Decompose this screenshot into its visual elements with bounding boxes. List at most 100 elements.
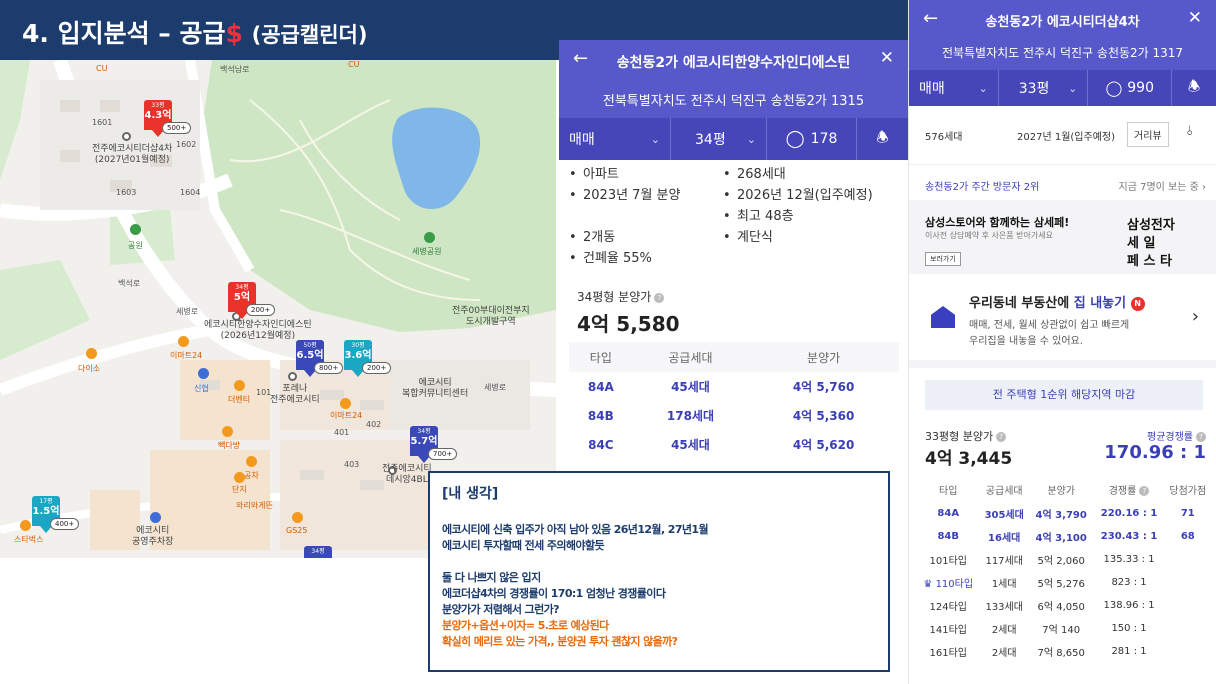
park-icon bbox=[424, 232, 435, 243]
price-marker[interactable]: 33평 4.3억 500+ bbox=[144, 100, 192, 137]
notes-title: [내 생각] bbox=[442, 486, 499, 502]
chevron-right-icon: › bbox=[1202, 182, 1206, 193]
price-marker[interactable]: 34평 5억 200+ bbox=[228, 282, 276, 319]
notification-button[interactable]: 🕭 bbox=[1172, 70, 1216, 106]
map-label-ecocity-4: 전주에코시티더샵4차 (2027년01월예정) bbox=[92, 144, 173, 166]
map-label-sebyeong-park: 세병공원 bbox=[412, 247, 442, 256]
notes-line: 분양가+옵션+이자= 5.초로 예상된다 bbox=[442, 619, 609, 632]
table-row[interactable]: 124타입 133세대 6억 4,050 138.96 : 1 bbox=[917, 594, 1211, 617]
help-icon[interactable]: ? bbox=[1139, 485, 1150, 496]
price-marker[interactable]: 34평 bbox=[304, 546, 332, 558]
cafe-icon bbox=[246, 456, 257, 467]
map-label-redevelop: 전주00부대이전부지 도시개발구역 bbox=[452, 306, 530, 328]
map-label-shinhyeop: 신협 bbox=[194, 384, 209, 393]
cafe-icon bbox=[234, 380, 245, 391]
trade-type-select[interactable]: 매매 ⌄ bbox=[909, 70, 999, 106]
viewers-count: 지금 7명이 보는 중 › bbox=[1118, 182, 1207, 193]
map-label-gongcha: 공차 bbox=[244, 471, 259, 480]
help-icon[interactable]: ? bbox=[996, 432, 1007, 442]
table-row[interactable]: 84A 45세대 4억 5,760 bbox=[569, 372, 899, 401]
close-icon[interactable]: ✕ bbox=[880, 48, 894, 68]
cafe-icon bbox=[234, 472, 245, 483]
visit-rank[interactable]: 송천동2가 주간 방문자 2위 bbox=[925, 178, 1039, 193]
price-marker[interactable]: 50평 6.5억 800+ bbox=[296, 340, 344, 377]
notes-line: 에코시티에 신축 입주가 아직 남아 있음 26년12월, 27년1월 bbox=[442, 523, 709, 536]
chevron-down-icon: ⌄ bbox=[978, 81, 988, 95]
supply-table: 타입 공급세대 분양가 경쟁률? 당첨가점 84A 305세대 4억 3,790 22… bbox=[917, 476, 1211, 663]
complex-facts-right: 268세대 2026년 12월(입주예정) 최고 48층 계단식 bbox=[723, 164, 903, 248]
complex-address: 전북특별자치도 전주시 덕진구 송천동2가 1315 bbox=[602, 94, 865, 109]
map-label-lot-401: 401 bbox=[334, 428, 350, 437]
cafe-icon bbox=[222, 426, 233, 437]
price-marker[interactable]: 34평 5.7억 700+ bbox=[410, 426, 458, 463]
map-label-road-1: 백석남로 bbox=[220, 65, 250, 74]
map-label-cu-2: CU bbox=[348, 60, 360, 69]
bank-icon bbox=[198, 368, 209, 379]
price-marker[interactable]: 17평 1.5억 400+ bbox=[32, 496, 80, 533]
household-count: 576세대 bbox=[925, 132, 963, 143]
complex-name: 송천동2가 에코시티한양수자인디에스틴 bbox=[616, 55, 851, 71]
map-label-lot-402: 402 bbox=[366, 420, 382, 429]
map-label-ecocity-parking: 에코시티 공영주차장 bbox=[132, 526, 174, 548]
speech-bubble-icon: ◯ bbox=[785, 129, 805, 149]
price-marker[interactable]: 30평 3.6억 200+ bbox=[344, 340, 392, 377]
competition-ratio: 170.96 : 1 bbox=[1104, 442, 1206, 463]
table-row[interactable]: ♛ 110타입 1세대 5억 5,276 823 : 1 bbox=[917, 571, 1211, 594]
complex-address: 전북특별자치도 전주시 덕진구 송천동2가 1317 bbox=[941, 46, 1184, 60]
store-icon bbox=[340, 398, 351, 409]
table-row[interactable]: 101타입 117세대 5억 2,060 135.33 : 1 bbox=[917, 548, 1211, 571]
notes-line: 에코더샵4차의 경쟁률이 170:1 엄청난 경쟁률이다 bbox=[442, 587, 666, 600]
sale-price: 4억 5,580 bbox=[577, 312, 680, 336]
chevron-down-icon: ⌄ bbox=[650, 132, 660, 146]
map-label-dessert: 더벤티 bbox=[228, 395, 251, 404]
complex-name: 송천동2가 에코시티더샵4차 bbox=[985, 15, 1140, 30]
table-row[interactable]: 161타입 2세대 7억 8,650 281 : 1 bbox=[917, 640, 1211, 663]
share-icon[interactable]: ⫰ bbox=[1187, 124, 1193, 139]
table-row[interactable]: 84B 16세대 4억 3,100 230.43 : 1 68 bbox=[917, 525, 1211, 548]
close-icon[interactable]: ✕ bbox=[1188, 8, 1202, 28]
table-row[interactable]: 84A 305세대 4억 3,790 220.16 : 1 71 bbox=[917, 502, 1211, 525]
chevron-right-icon: › bbox=[1191, 306, 1199, 327]
bell-icon: 🕭 bbox=[876, 130, 889, 146]
map-label-lot-1604: 1604 bbox=[180, 188, 201, 197]
map-label-emart24-1: 이마트24 bbox=[170, 351, 203, 360]
help-icon[interactable]: ? bbox=[654, 292, 665, 303]
new-badge: N bbox=[1130, 296, 1145, 311]
notification-button[interactable]: 🕭 bbox=[857, 118, 908, 160]
trade-type-select[interactable]: 매매 ⌄ bbox=[559, 118, 671, 160]
comments-button[interactable]: ◯ 178 bbox=[767, 118, 857, 160]
deadline-banner: 전 주택형 1순위 해당지역 마감 bbox=[925, 380, 1203, 410]
sale-price: 4억 3,445 bbox=[925, 449, 1013, 469]
pyeong-select[interactable]: 34평 ⌄ bbox=[671, 118, 767, 160]
comments-button[interactable]: ◯ 990 bbox=[1088, 70, 1173, 106]
pyeong-select[interactable]: 33평 ⌄ bbox=[999, 70, 1089, 106]
apartment-icon bbox=[122, 132, 131, 141]
table-row[interactable]: 84C 45세대 4억 5,620 bbox=[569, 430, 899, 459]
panel-header: ← 송천동2가 에코시티더샵4차 ✕ 전북특별자치도 전주시 덕진구 송천동2가… bbox=[909, 0, 1216, 70]
panel-header: ← 송천동2가 에코시티한양수자인디에스틴 ✕ 전북특별자치도 전주시 덕진구 … bbox=[559, 40, 908, 118]
my-thoughts-box: [내 생각] 에코시티에 신축 입주가 아직 남아 있음 26년12월, 27년… bbox=[428, 471, 890, 672]
map-label-road-4: 세병로 bbox=[484, 383, 507, 392]
map-label-danji: 단지 bbox=[232, 485, 247, 494]
park-icon bbox=[130, 224, 141, 235]
list-property-promo[interactable]: 우리동네 부동산에 집 내놓기 N 매매, 전세, 월세 상관없이 쉽고 빠르게… bbox=[909, 282, 1216, 352]
map-label-park: 공원 bbox=[128, 241, 143, 250]
filter-bar: 매매 ⌄ 34평 ⌄ ◯ 178 🕭 bbox=[559, 118, 908, 160]
speech-bubble-icon: ◯ bbox=[1105, 79, 1123, 97]
map-label-pore-nation: 포레나 전주에코시티 bbox=[270, 384, 320, 406]
supply-table: 타입 공급세대 분양가 84A 45세대 4억 5,760 84B 178세대 4억 5… bbox=[569, 342, 899, 459]
map-label-road-2: 백석로 bbox=[118, 279, 141, 288]
ad-banner[interactable]: 삼성스토어와 함께하는 삼세페! 이사전 상담예약 후 사은품 받아가세요 보러… bbox=[909, 200, 1216, 274]
slide: 4. 입지분석 – 공급$ (공급캘린더) CU CU 백석남로 백석로 세병로… bbox=[0, 0, 1216, 684]
slide-subtitle: (공급캘린더) bbox=[251, 23, 368, 47]
price-label: 34평형 분양가? bbox=[577, 288, 665, 305]
store-icon bbox=[292, 512, 303, 523]
map-label-lot-403: 403 bbox=[344, 460, 360, 469]
ad-view-button[interactable]: 보러가기 bbox=[925, 252, 961, 266]
map-label-bbdabang: 빽다방 bbox=[218, 441, 241, 450]
street-view-button[interactable]: 거리뷰 bbox=[1127, 122, 1169, 147]
table-row[interactable]: 84B 178세대 4억 5,360 bbox=[569, 401, 899, 430]
table-row[interactable]: 141타입 2세대 7억 140 150 : 1 bbox=[917, 617, 1211, 640]
complex-facts-left: 아파트 2023년 7월 분양 2개동 건폐율 55% bbox=[569, 164, 719, 269]
help-icon[interactable]: ? bbox=[1196, 432, 1206, 442]
